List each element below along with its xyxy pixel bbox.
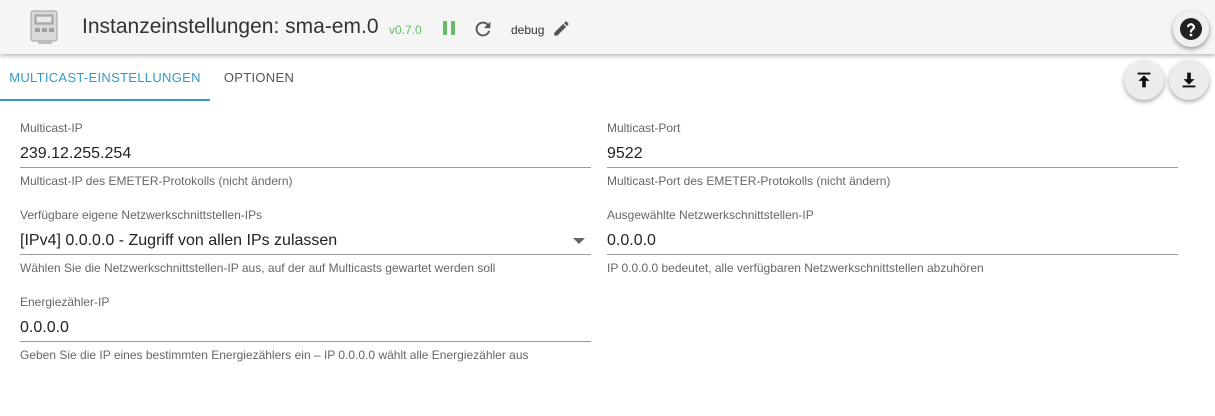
multicast-port-input[interactable]: 9522 [607,144,1178,168]
dropdown-arrow-icon[interactable] [573,238,585,244]
field-label: Multicast-Port [607,121,681,135]
help-icon [1180,18,1202,40]
field-label: Verfügbare eigene Netzwerkschnittstellen… [20,208,263,222]
reload-icon[interactable] [472,18,494,40]
select-value: [IPv4] 0.0.0.0 - Zugriff von allen IPs z… [20,232,338,249]
interfaces-select[interactable]: [IPv4] 0.0.0.0 - Zugriff von allen IPs z… [20,231,591,255]
field-label: Energiezähler-IP [20,295,110,309]
tab-options[interactable]: OPTIONEN [210,54,308,101]
field-helper-text: Wählen Sie die Netzwerkschnittstellen-IP… [20,261,496,275]
meter-ip-field: Energiezähler-IP 0.0.0.0 Geben Sie die I… [20,294,591,362]
multicast-port-field: Multicast-Port 9522 Multicast-Port des E… [607,120,1178,188]
download-settings-button[interactable] [1169,60,1209,100]
loglevel-label: debug [511,23,545,37]
energy-meter-icon [30,10,58,44]
active-tab-indicator [0,99,210,101]
selected-interface-input[interactable]: 0.0.0.0 [607,231,1178,255]
pencil-icon[interactable] [552,19,571,38]
field-label: Multicast-IP [20,121,83,135]
page-title: Instanzeinstellungen: sma-em.0 [82,15,379,38]
multicast-ip-input[interactable]: 239.12.255.254 [20,144,591,168]
help-button[interactable] [1173,11,1209,47]
field-helper-text: IP 0.0.0.0 bedeutet, alle verfügbaren Ne… [607,261,984,275]
pause-icon[interactable] [440,19,458,37]
field-helper-text: Geben Sie die IP eines bestimmten Energi… [20,348,529,362]
upload-icon [1137,72,1151,88]
selected-interface-field: Ausgewählte Netzwerkschnittstellen-IP 0.… [607,207,1178,275]
download-icon [1182,72,1196,88]
interfaces-field: Verfügbare eigene Netzwerkschnittstellen… [20,207,591,275]
version-badge: v0.7.0 [389,23,422,37]
settings-tabs: MULTICAST-EINSTELLUNGEN OPTIONEN [0,54,1120,101]
multicast-ip-field: Multicast-IP 239.12.255.254 Multicast-IP… [20,120,591,188]
upload-settings-button[interactable] [1124,60,1164,100]
field-label: Ausgewählte Netzwerkschnittstellen-IP [607,208,814,222]
tab-multicast-settings[interactable]: MULTICAST-EINSTELLUNGEN [0,54,210,101]
tab-label: MULTICAST-EINSTELLUNGEN [9,70,201,85]
field-helper-text: Multicast-IP des EMETER-Protokolls (nich… [20,174,293,188]
instance-header: Instanzeinstellungen: sma-em.0 v0.7.0 de… [0,0,1215,54]
field-helper-text: Multicast-Port des EMETER-Protokolls (ni… [607,174,891,188]
tab-label: OPTIONEN [223,70,295,85]
meter-ip-input[interactable]: 0.0.0.0 [20,318,591,342]
